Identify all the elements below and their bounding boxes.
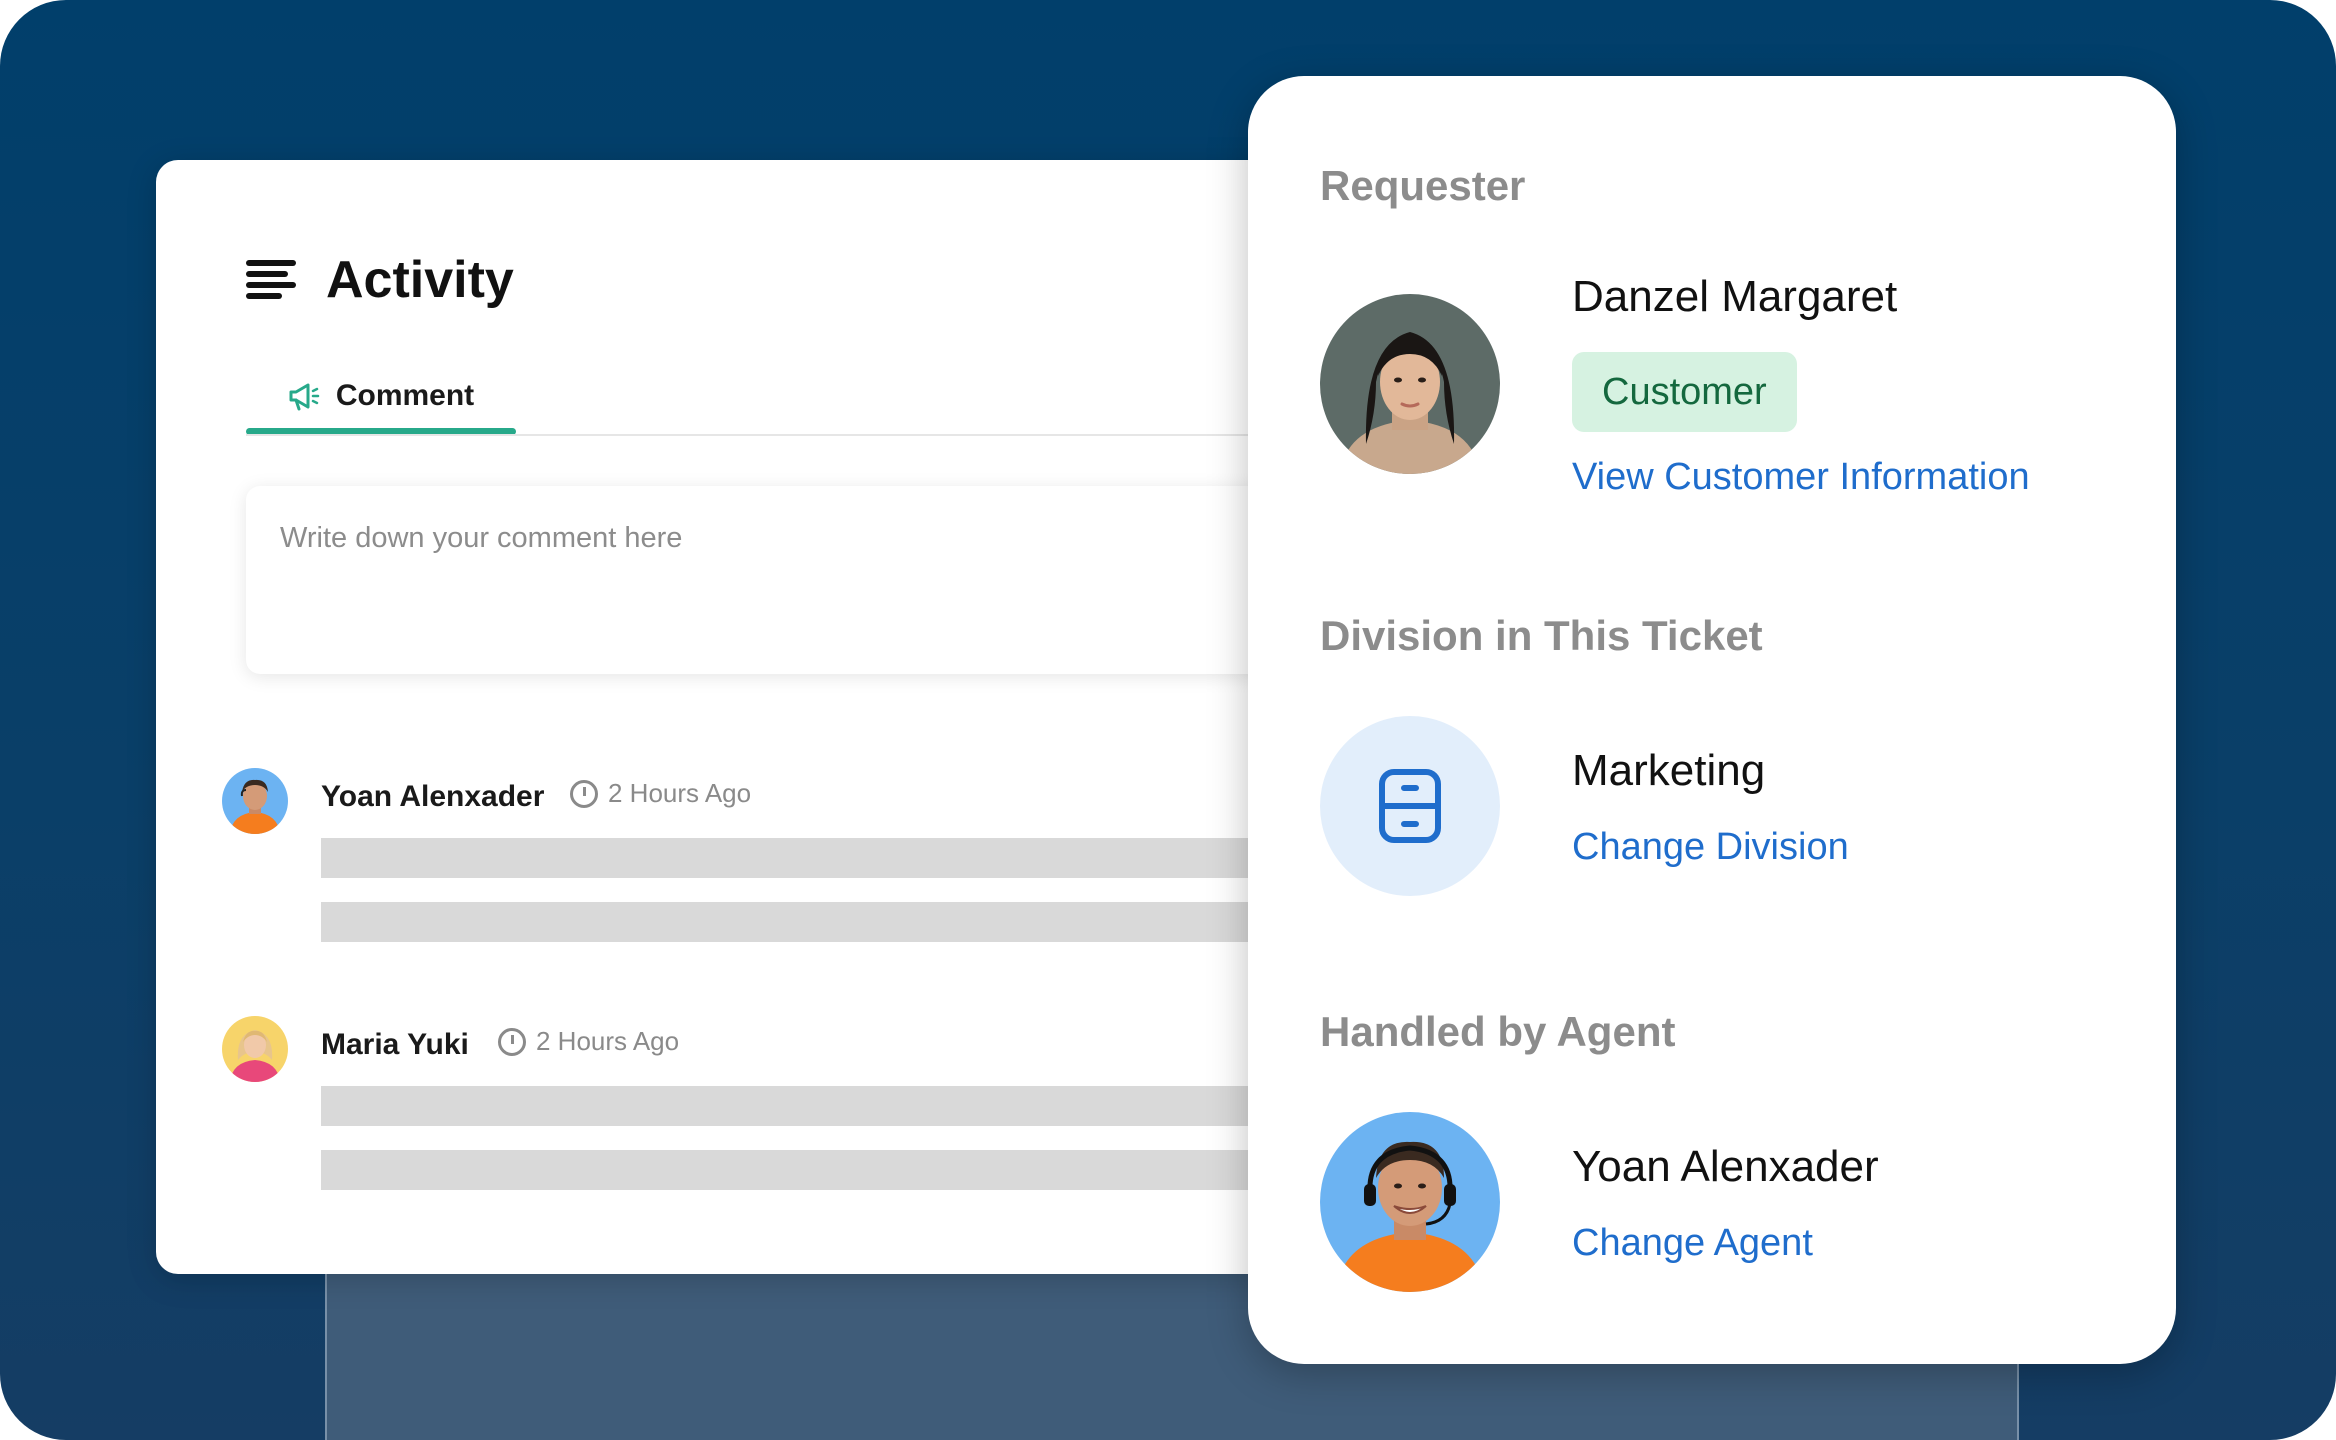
tab-comment[interactable]: Comment: [246, 360, 516, 432]
entry-author: Yoan Alenxader: [321, 780, 545, 813]
background: Activity Comment Write down your comment…: [0, 0, 2336, 1440]
activity-title: Activity: [326, 251, 514, 309]
activity-header: Activity: [246, 240, 514, 320]
customer-badge: Customer: [1572, 352, 1797, 432]
entry-timestamp: 2 Hours Ago: [498, 1026, 679, 1057]
division-icon-badge: [1320, 716, 1500, 896]
avatar: [222, 768, 288, 834]
entry-timestamp: 2 Hours Ago: [570, 778, 751, 809]
agent-section-label: Handled by Agent: [1320, 1008, 1676, 1055]
view-customer-info-link[interactable]: View Customer Information: [1572, 456, 2030, 499]
change-division-link[interactable]: Change Division: [1572, 826, 1849, 869]
avatar: [222, 1016, 288, 1082]
comment-input[interactable]: [278, 512, 1382, 564]
menu-lines-icon: [246, 260, 296, 300]
entry-time-text: 2 Hours Ago: [536, 1026, 680, 1056]
megaphone-icon: [289, 383, 320, 411]
agent-avatar: [1320, 1112, 1500, 1292]
entry-time-text: 2 Hours Ago: [608, 778, 752, 808]
cabinet-icon: [1379, 769, 1441, 843]
clock-icon: [498, 1027, 526, 1056]
division-name: Marketing: [1572, 746, 1766, 795]
requester-name: Danzel Margaret: [1572, 272, 1898, 321]
requester-avatar: [1320, 294, 1500, 474]
clock-icon: [570, 779, 598, 808]
agent-name: Yoan Alenxader: [1572, 1142, 1879, 1191]
change-agent-link[interactable]: Change Agent: [1572, 1222, 1813, 1265]
entry-author: Maria Yuki: [321, 1028, 469, 1061]
requester-section-label: Requester: [1320, 162, 1526, 209]
division-section-label: Division in This Ticket: [1320, 612, 1763, 659]
tab-comment-label: Comment: [335, 379, 475, 412]
ticket-info-panel: Requester Danzel Margaret Customer View …: [1248, 76, 2176, 1364]
